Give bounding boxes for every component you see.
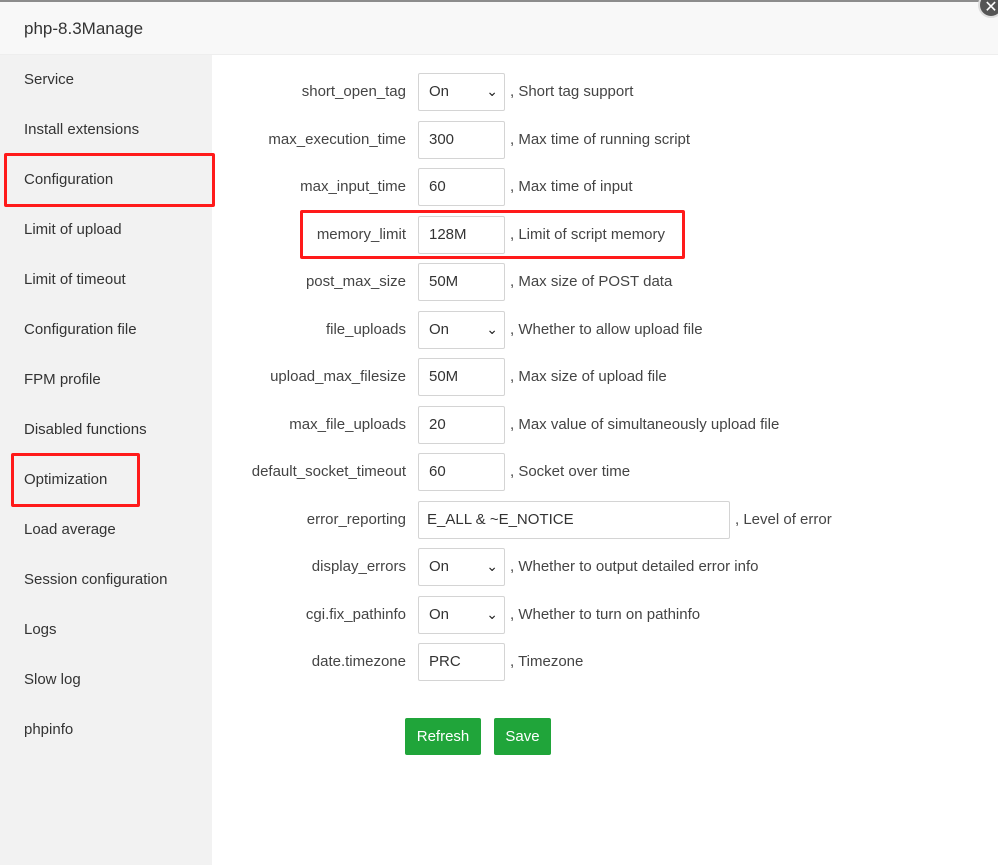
- file-uploads-select[interactable]: On ⌄: [418, 311, 505, 349]
- config-label: upload_max_filesize: [270, 368, 406, 385]
- config-row-post-max-size: post_max_size 50M , Max size of POST dat…: [212, 263, 998, 301]
- config-row-upload-max-filesize: upload_max_filesize 50M , Max size of up…: [212, 358, 998, 396]
- display-errors-select[interactable]: On ⌄: [418, 548, 505, 586]
- sidebar-item-load-average[interactable]: Load average: [0, 505, 212, 555]
- config-label: post_max_size: [305, 273, 406, 290]
- config-row-max-file-uploads: max_file_uploads 20 , Max value of simul…: [212, 406, 998, 444]
- sidebar-item-service[interactable]: Service: [0, 55, 212, 105]
- config-label: cgi.fix_pathinfo: [305, 606, 406, 623]
- upload-max-filesize-input[interactable]: 50M: [418, 358, 505, 396]
- config-row-date-timezone: date.timezone PRC , Timezone: [212, 643, 998, 681]
- config-description: , Short tag support: [510, 83, 634, 100]
- short-open-tag-select[interactable]: On ⌄: [418, 73, 505, 111]
- memory-limit-input[interactable]: 128M: [418, 216, 505, 254]
- window-header: php-8.3Manage: [0, 2, 998, 55]
- config-description: , Max size of upload file: [510, 368, 667, 385]
- config-description: , Max time of input: [510, 178, 633, 195]
- select-value: On: [429, 558, 450, 575]
- sidebar-item-limit-of-timeout[interactable]: Limit of timeout: [0, 255, 212, 305]
- config-row-max-input-time: max_input_time 60 , Max time of input: [212, 168, 998, 206]
- config-row-max-execution-time: max_execution_time 300 , Max time of run…: [212, 121, 998, 159]
- config-label: max_execution_time: [268, 131, 406, 148]
- select-value: On: [429, 606, 450, 623]
- config-row-short-open-tag: short_open_tag On ⌄ , Short tag support: [212, 73, 998, 111]
- config-row-error-reporting: error_reporting E_ALL & ~E_NOTICE , Leve…: [212, 501, 998, 539]
- sidebar-item-slow-log[interactable]: Slow log: [0, 655, 212, 705]
- config-row-default-socket-timeout: default_socket_timeout 60 , Socket over …: [212, 453, 998, 491]
- cgi-fix-pathinfo-select[interactable]: On ⌄: [418, 596, 505, 634]
- config-label: display_errors: [311, 558, 406, 575]
- post-max-size-input[interactable]: 50M: [418, 263, 505, 301]
- config-row-cgi-fix-pathinfo: cgi.fix_pathinfo On ⌄ , Whether to turn …: [212, 596, 998, 634]
- config-label: date.timezone: [311, 653, 406, 670]
- window-title: php-8.3Manage: [24, 19, 144, 38]
- config-description: , Max value of simultaneously upload fil…: [510, 416, 780, 433]
- config-description: , Max size of POST data: [510, 273, 673, 290]
- refresh-button[interactable]: Refresh: [405, 718, 481, 755]
- config-description: , Timezone: [510, 653, 584, 670]
- chevron-down-icon: ⌄: [486, 559, 498, 575]
- config-description: , Socket over time: [510, 463, 631, 480]
- max-input-time-input[interactable]: 60: [418, 168, 505, 206]
- config-label: max_file_uploads: [289, 416, 406, 433]
- config-description: , Limit of script memory: [510, 226, 666, 243]
- config-label: short_open_tag: [301, 83, 406, 100]
- sidebar-item-limit-of-upload[interactable]: Limit of upload: [0, 205, 212, 255]
- config-description: , Level of error: [735, 511, 832, 528]
- default-socket-timeout-input[interactable]: 60: [418, 453, 505, 491]
- config-label: error_reporting: [306, 511, 406, 528]
- save-button[interactable]: Save: [494, 718, 551, 755]
- sidebar-item-optimization[interactable]: Optimization: [0, 455, 212, 505]
- select-value: On: [429, 321, 450, 338]
- config-row-file-uploads: file_uploads On ⌄ , Whether to allow upl…: [212, 311, 998, 349]
- sidebar-item-logs[interactable]: Logs: [0, 605, 212, 655]
- config-label: default_socket_timeout: [251, 463, 406, 480]
- sidebar-item-configuration[interactable]: Configuration: [0, 155, 212, 205]
- config-description: , Whether to turn on pathinfo: [510, 606, 701, 623]
- config-label: file_uploads: [325, 321, 406, 338]
- max-execution-time-input[interactable]: 300: [418, 121, 505, 159]
- sidebar-item-phpinfo[interactable]: phpinfo: [0, 705, 212, 755]
- config-label: memory_limit: [316, 226, 406, 243]
- select-value: On: [429, 83, 450, 100]
- sidebar: Service Install extensions Configuration…: [0, 55, 212, 865]
- config-row-display-errors: display_errors On ⌄ , Whether to output …: [212, 548, 998, 586]
- config-panel: short_open_tag On ⌄ , Short tag support …: [212, 55, 998, 865]
- sidebar-item-session-configuration[interactable]: Session configuration: [0, 555, 212, 605]
- sidebar-item-disabled-functions[interactable]: Disabled functions: [0, 405, 212, 455]
- chevron-down-icon: ⌄: [486, 322, 498, 338]
- date-timezone-input[interactable]: PRC: [418, 643, 505, 681]
- config-description: , Max time of running script: [510, 131, 691, 148]
- chevron-down-icon: ⌄: [486, 84, 498, 100]
- error-reporting-input[interactable]: E_ALL & ~E_NOTICE: [418, 501, 730, 539]
- chevron-down-icon: ⌄: [486, 607, 498, 623]
- config-description: , Whether to output detailed error info: [510, 558, 759, 575]
- max-file-uploads-input[interactable]: 20: [418, 406, 505, 444]
- config-label: max_input_time: [300, 178, 406, 195]
- config-description: , Whether to allow upload file: [510, 321, 703, 338]
- sidebar-item-install-extensions[interactable]: Install extensions: [0, 105, 212, 155]
- sidebar-item-configuration-file[interactable]: Configuration file: [0, 305, 212, 355]
- config-row-memory-limit: memory_limit 128M , Limit of script memo…: [212, 216, 998, 254]
- sidebar-item-fpm-profile[interactable]: FPM profile: [0, 355, 212, 405]
